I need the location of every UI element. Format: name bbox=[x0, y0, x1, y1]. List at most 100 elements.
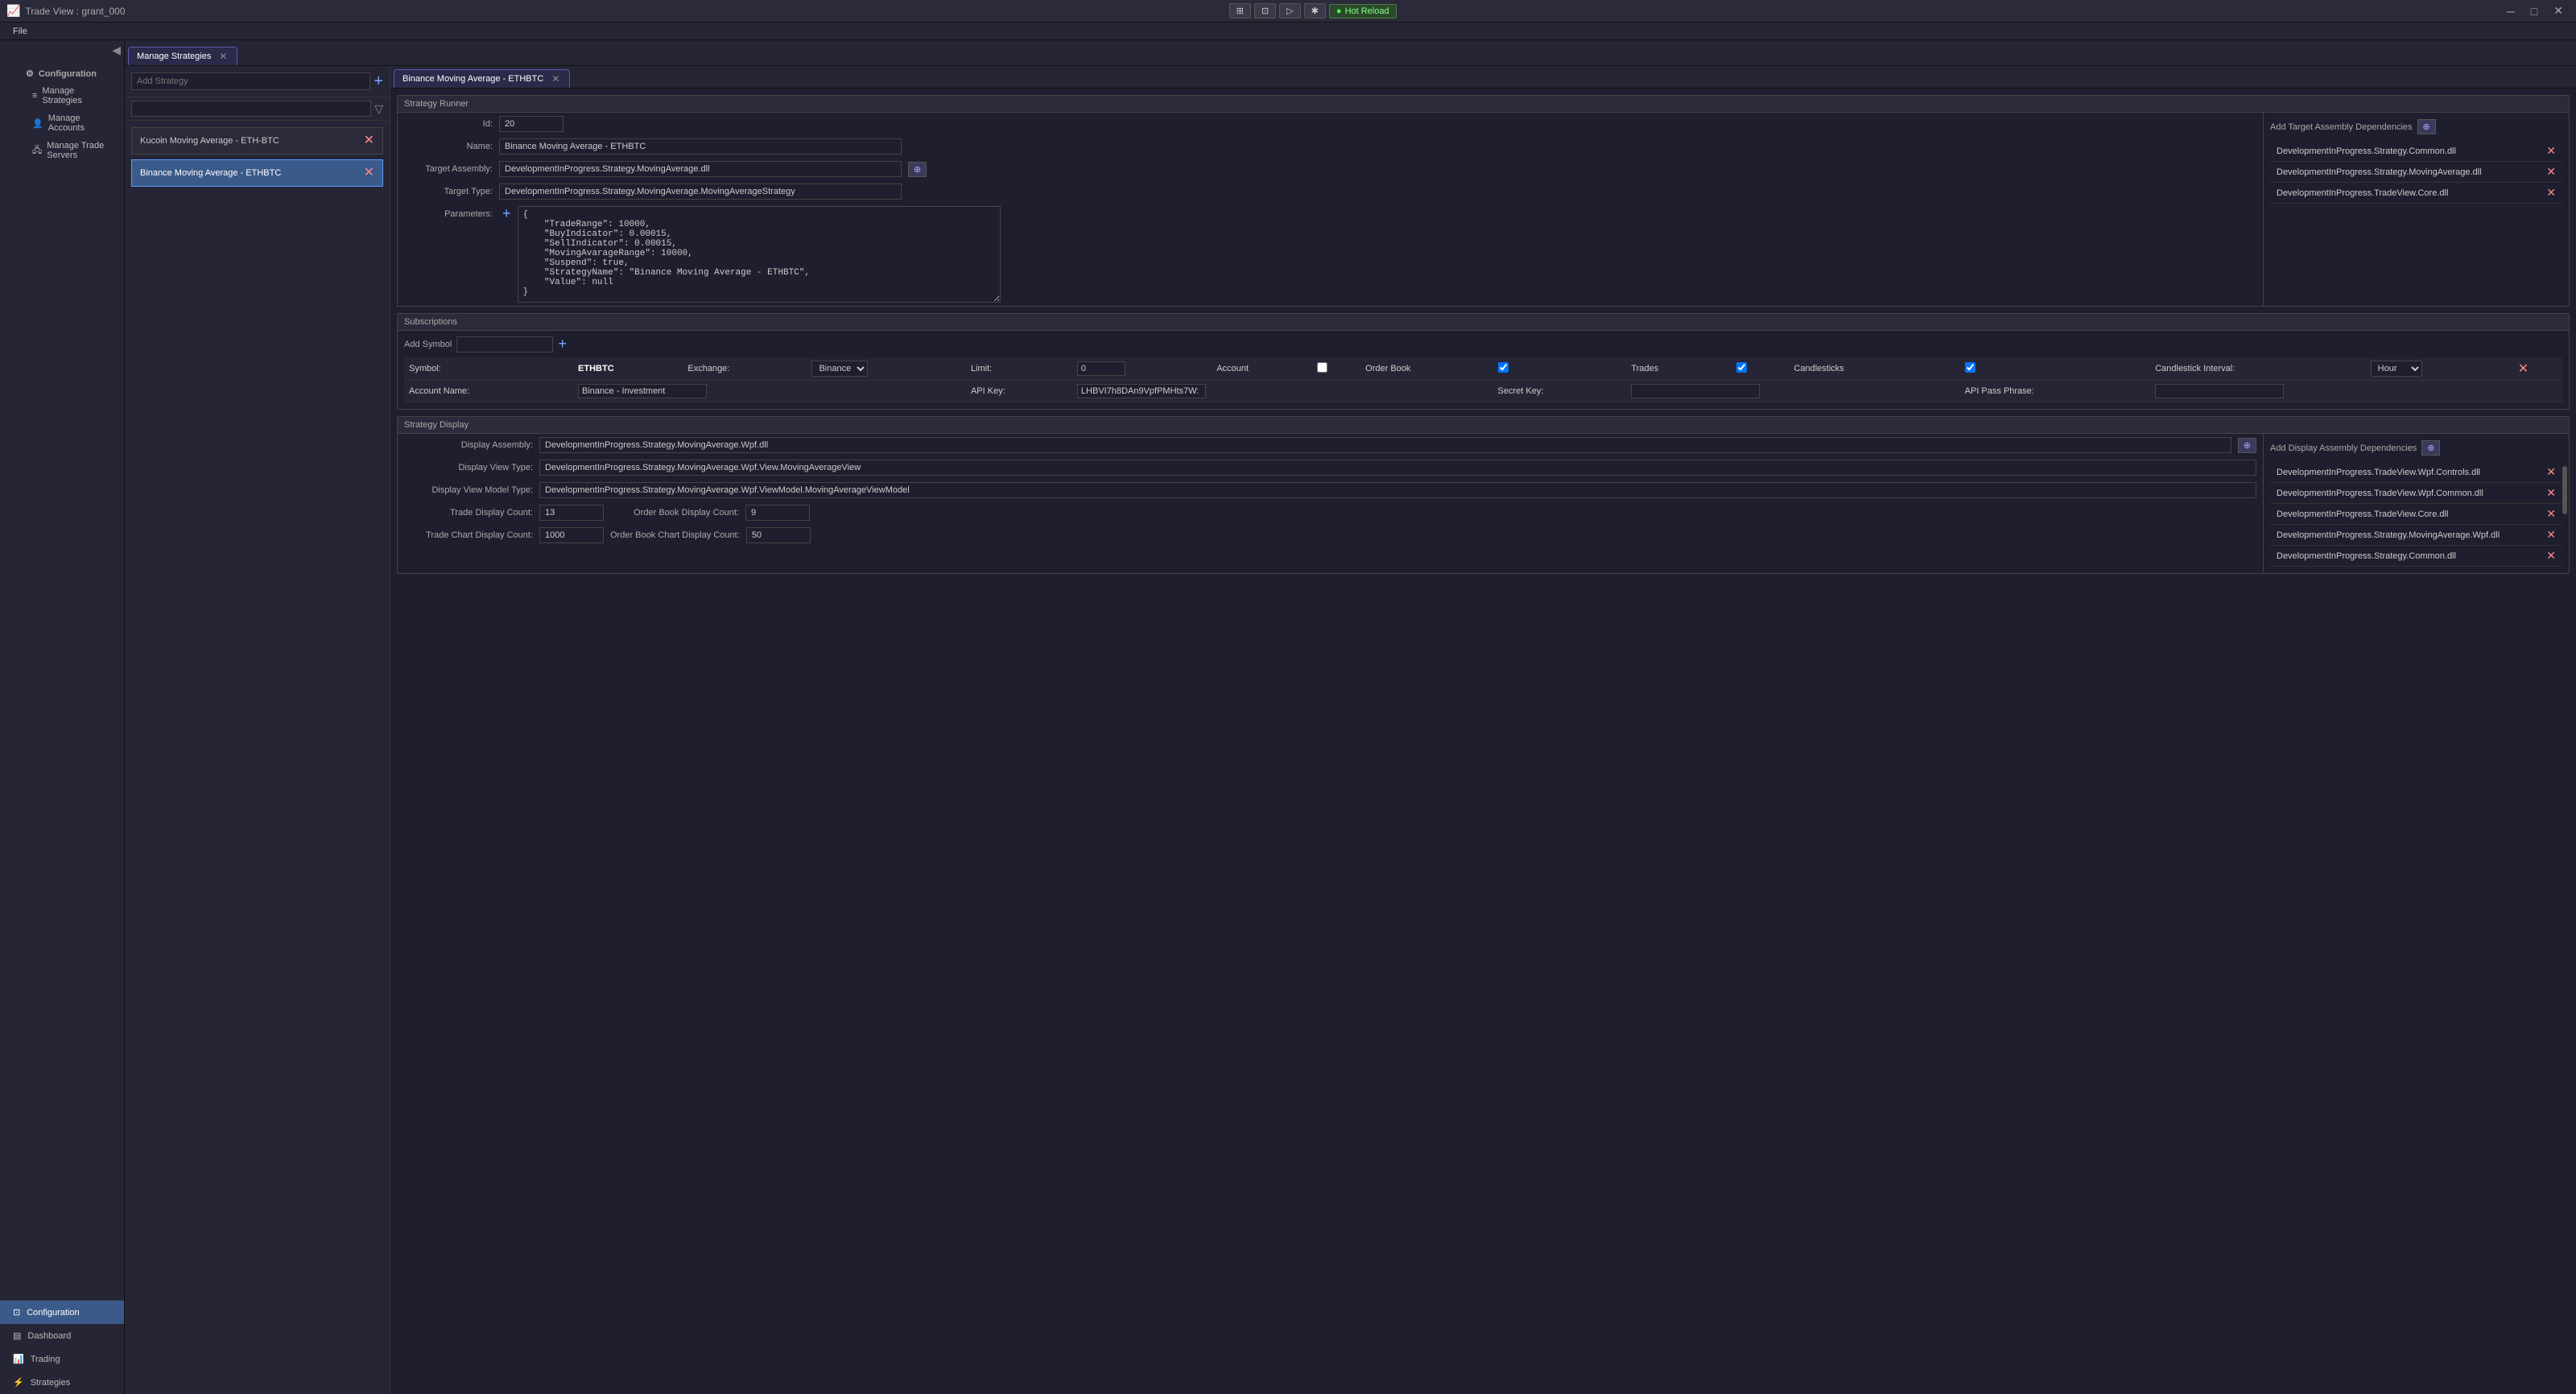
dashboard-icon: ▤ bbox=[13, 1330, 21, 1341]
add-strategy-button[interactable]: + bbox=[374, 73, 383, 89]
display-section-inner: Display Assembly: ⊕ Display View Type: bbox=[398, 434, 2569, 573]
sub-exchange-select[interactable]: Binance Kucoin Bittrex bbox=[811, 361, 868, 377]
runner-params-add-button[interactable]: + bbox=[502, 206, 511, 221]
sub-api-key-label-cell: API Key: bbox=[966, 381, 1072, 402]
sub-trades-label-cell: Trades bbox=[1626, 357, 1732, 381]
display-section-title: Strategy Display bbox=[404, 420, 469, 430]
display-dep-remove-2[interactable]: ✕ bbox=[2546, 507, 2556, 521]
strategy-remove-kucoin[interactable]: ✕ bbox=[364, 134, 374, 147]
display-dep-remove-3[interactable]: ✕ bbox=[2546, 528, 2556, 542]
trading-label: Trading bbox=[31, 1355, 60, 1364]
runner-assembly-copy-button[interactable]: ⊕ bbox=[908, 162, 927, 177]
tab-manage-strategies[interactable]: Manage Strategies ✕ bbox=[128, 47, 237, 65]
close-button[interactable]: ✕ bbox=[2547, 2, 2570, 19]
strategy-remove-binance[interactable]: ✕ bbox=[364, 167, 374, 179]
display-view-model-type-input[interactable] bbox=[539, 482, 2256, 498]
display-deps-copy-button[interactable]: ⊕ bbox=[2421, 440, 2440, 456]
add-strategy-input[interactable] bbox=[131, 72, 370, 90]
display-deps-panel: Add Display Assembly Dependencies ⊕ Deve… bbox=[2263, 434, 2569, 573]
display-view-type-input[interactable] bbox=[539, 460, 2256, 476]
add-symbol-button[interactable]: + bbox=[558, 336, 567, 353]
sub-interval-select[interactable]: Hour Minute Day bbox=[2371, 361, 2422, 377]
target-dep-remove-2[interactable]: ✕ bbox=[2546, 186, 2556, 200]
toolbar-btn-1[interactable]: ⊞ bbox=[1229, 3, 1251, 19]
display-dep-item-2: DevelopmentInProgress.TradeView.Core.dll… bbox=[2270, 504, 2562, 525]
hot-reload-button[interactable]: ● Hot Reload bbox=[1329, 4, 1397, 19]
display-dep-remove-4[interactable]: ✕ bbox=[2546, 549, 2556, 563]
display-assembly-copy-button[interactable]: ⊕ bbox=[2238, 438, 2256, 453]
strategy-item-kucoin-label: Kucoin Moving Average - ETH-BTC bbox=[140, 136, 279, 146]
sidebar-item-manage-accounts[interactable]: 👤 Manage Accounts bbox=[6, 109, 118, 137]
display-assembly-input[interactable] bbox=[539, 437, 2231, 453]
sub-account-checkbox[interactable] bbox=[1317, 362, 1327, 373]
sub-pass-phrase-input[interactable] bbox=[2155, 384, 2284, 398]
filter-input[interactable] bbox=[131, 101, 371, 117]
target-dep-name-1: DevelopmentInProgress.Strategy.MovingAve… bbox=[2277, 167, 2540, 177]
sub-account-name-label-cell: Account Name: bbox=[404, 381, 573, 402]
trade-chart-display-count-label: Trade Chart Display Count: bbox=[404, 530, 533, 540]
runner-type-input[interactable] bbox=[499, 184, 902, 200]
sidebar-bottom-trading[interactable]: 📊 Trading bbox=[0, 1347, 124, 1371]
strategy-item-kucoin[interactable]: Kucoin Moving Average - ETH-BTC ✕ bbox=[131, 127, 383, 155]
sidebar-bottom-dashboard[interactable]: ▤ Dashboard bbox=[0, 1324, 124, 1347]
display-dep-name-2: DevelopmentInProgress.TradeView.Core.dll bbox=[2277, 509, 2540, 519]
sidebar-bottom: ⊡ Configuration ▤ Dashboard 📊 Trading ⚡ … bbox=[0, 1300, 124, 1394]
sidebar-bottom-strategies[interactable]: ⚡ Strategies bbox=[0, 1371, 124, 1394]
toolbar-btn-3[interactable]: ▷ bbox=[1279, 3, 1300, 19]
sidebar-item-manage-strategies[interactable]: ≡ Manage Strategies bbox=[6, 82, 118, 109]
strategy-item-binance[interactable]: Binance Moving Average - ETHBTC ✕ bbox=[131, 159, 383, 187]
sub-secret-key-input-cell bbox=[1626, 381, 1959, 402]
sidebar-item-manage-trade-servers[interactable]: 🖧 Manage Trade Servers bbox=[6, 137, 118, 164]
sub-api-key-label: API Key: bbox=[971, 386, 1005, 396]
runner-assembly-input[interactable] bbox=[499, 161, 902, 177]
sidebar-section-title[interactable]: ⚙ Configuration bbox=[6, 65, 118, 82]
sub-candlesticks-label: Candlesticks bbox=[1794, 364, 1843, 373]
sub-candlesticks-checkbox-cell bbox=[1960, 357, 2151, 381]
display-dep-remove-1[interactable]: ✕ bbox=[2546, 486, 2556, 500]
sub-limit-input[interactable] bbox=[1077, 361, 1125, 376]
detail-tab-close[interactable]: ✕ bbox=[551, 73, 559, 85]
toolbar-btn-2[interactable]: ⊡ bbox=[1254, 3, 1276, 19]
maximize-button[interactable]: □ bbox=[2524, 3, 2544, 19]
filter-row: ▽ bbox=[125, 97, 390, 121]
order-book-chart-display-count-label: Order Book Chart Display Count: bbox=[610, 530, 740, 540]
detail-tab-bar: Binance Moving Average - ETHBTC ✕ bbox=[390, 66, 2576, 89]
runner-params-textarea[interactable]: { "TradeRange": 10000, "BuyIndicator": 0… bbox=[518, 206, 1001, 303]
target-dep-remove-0[interactable]: ✕ bbox=[2546, 144, 2556, 158]
minimize-button[interactable]: ─ bbox=[2500, 3, 2521, 19]
sub-secret-key-label-cell: Secret Key: bbox=[1493, 381, 1627, 402]
sidebar-servers-label: Manage Trade Servers bbox=[47, 141, 114, 160]
runner-name-input[interactable] bbox=[499, 138, 902, 155]
trade-display-count-label: Trade Display Count: bbox=[404, 508, 533, 518]
sub-orderbook-checkbox-cell bbox=[1493, 357, 1627, 381]
trade-chart-display-count-input[interactable] bbox=[539, 527, 604, 543]
sub-secret-key-label: Secret Key: bbox=[1498, 386, 1544, 396]
order-book-chart-display-count-input[interactable] bbox=[746, 527, 811, 543]
sub-remove-button[interactable]: ✕ bbox=[2518, 361, 2529, 377]
sub-trades-checkbox[interactable] bbox=[1736, 362, 1747, 373]
sub-candlesticks-checkbox[interactable] bbox=[1965, 362, 1975, 373]
display-deps-title: Add Display Assembly Dependencies bbox=[2270, 443, 2417, 453]
menu-file[interactable]: File bbox=[6, 25, 34, 38]
config-bottom-label: Configuration bbox=[27, 1308, 79, 1318]
sidebar-collapse-area: ◀ bbox=[0, 40, 124, 60]
sidebar-collapse-button[interactable]: ◀ bbox=[112, 43, 121, 57]
add-symbol-input[interactable] bbox=[456, 336, 553, 353]
sidebar: ◀ ⚙ Configuration ≡ Manage Strategies 👤 … bbox=[0, 40, 125, 1394]
sub-api-key-input[interactable] bbox=[1077, 384, 1206, 398]
order-book-display-count-input[interactable] bbox=[745, 505, 810, 521]
target-deps-copy-button[interactable]: ⊕ bbox=[2417, 119, 2436, 134]
sub-pass-phrase-input-cell bbox=[2150, 381, 2562, 402]
target-dep-remove-1[interactable]: ✕ bbox=[2546, 165, 2556, 179]
trading-icon: 📊 bbox=[13, 1354, 24, 1364]
tab-close-manage-strategies[interactable]: ✕ bbox=[219, 51, 227, 62]
trade-display-count-input[interactable] bbox=[539, 505, 604, 521]
sub-orderbook-checkbox[interactable] bbox=[1498, 362, 1509, 373]
runner-id-input[interactable] bbox=[499, 116, 564, 132]
sub-secret-key-input[interactable] bbox=[1631, 384, 1760, 398]
toolbar-btn-4[interactable]: ✱ bbox=[1304, 3, 1326, 19]
sub-account-name-input[interactable] bbox=[578, 384, 707, 398]
detail-tab-binance[interactable]: Binance Moving Average - ETHBTC ✕ bbox=[394, 69, 570, 88]
display-dep-remove-0[interactable]: ✕ bbox=[2546, 465, 2556, 479]
sidebar-bottom-configuration[interactable]: ⊡ Configuration bbox=[0, 1301, 124, 1324]
